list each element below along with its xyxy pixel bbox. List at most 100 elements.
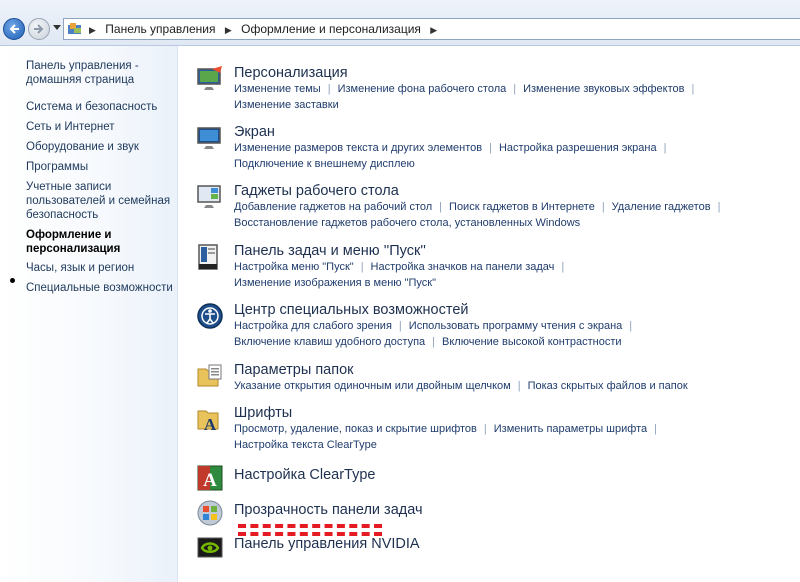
svg-text:A: A: [204, 415, 217, 433]
divider: |: [360, 261, 364, 273]
link-start-menu-settings[interactable]: Настройка меню "Пуск": [234, 261, 354, 273]
link-resolution[interactable]: Настройка разрешения экрана: [499, 142, 657, 154]
sidebar-item-hardware-sound[interactable]: Оборудование и звук: [26, 140, 174, 154]
category-title[interactable]: Параметры папок: [234, 362, 354, 378]
divider: |: [327, 83, 331, 95]
link-remove-gadgets[interactable]: Удаление гаджетов: [612, 201, 711, 213]
nvidia-icon[interactable]: [196, 533, 224, 561]
breadcrumb-arrow-icon[interactable]: ▶: [87, 20, 98, 40]
divider: |: [601, 201, 605, 213]
sidebar: Панель управления - домашняя страница Си…: [0, 46, 178, 582]
back-arrow-icon: [9, 24, 19, 34]
link-cleartype-tuning[interactable]: Настройка текста ClearType: [234, 439, 377, 451]
link-external-display[interactable]: Подключение к внешнему дисплею: [234, 158, 415, 170]
sidebar-item-network[interactable]: Сеть и Интернет: [26, 120, 174, 134]
ease-of-access-icon[interactable]: [196, 302, 224, 330]
category-title[interactable]: Панель управления NVIDIA: [234, 536, 420, 552]
sidebar-item-accessibility[interactable]: Специальные возможности: [26, 281, 174, 295]
link-row: Настройка меню "Пуск" | Настройка значков …: [234, 261, 571, 273]
taskbar-icon[interactable]: [196, 243, 224, 271]
divider: |: [663, 142, 667, 154]
divider: |: [489, 142, 492, 154]
address-bar[interactable]: ▶ Панель управления ▶ Оформление и персо…: [63, 18, 800, 40]
divider: |: [432, 336, 436, 348]
link-row: Просмотр, удаление, показ и скрытие шриф…: [234, 423, 664, 435]
link-row: Указание открытия одиночным или двойным …: [234, 380, 688, 392]
annotation-underline: [238, 524, 382, 528]
transparency-icon[interactable]: [196, 499, 224, 527]
category-title[interactable]: Гаджеты рабочего стола: [234, 183, 399, 199]
active-bullet-icon: [10, 278, 15, 283]
sidebar-home-link[interactable]: Панель управления - домашняя страница: [26, 59, 174, 87]
link-single-double-click[interactable]: Указание открытия одиночным или двойным …: [234, 380, 511, 392]
divider: |: [513, 83, 517, 95]
display-icon[interactable]: [196, 124, 224, 152]
link-text-size[interactable]: Изменение размеров текста и других элеме…: [234, 142, 482, 154]
breadcrumb-arrow-icon[interactable]: ▶: [223, 20, 234, 40]
fonts-icon[interactable]: A: [196, 405, 224, 433]
breadcrumb-control-panel[interactable]: Панель управления: [101, 19, 219, 39]
link-screen-reader[interactable]: Использовать программу чтения с экрана: [409, 320, 623, 332]
link-row: Настройка текста ClearType: [234, 439, 377, 451]
back-button[interactable]: [3, 18, 25, 40]
gadgets-icon[interactable]: [196, 183, 224, 211]
forward-button[interactable]: [28, 18, 50, 40]
link-change-screensaver[interactable]: Изменение заставки: [234, 99, 339, 111]
link-change-theme[interactable]: Изменение темы: [234, 83, 321, 95]
link-row: Изменение изображения в меню "Пуск": [234, 277, 436, 289]
link-add-gadgets[interactable]: Добавление гаджетов на рабочий стол: [234, 201, 432, 213]
sidebar-item-programs[interactable]: Программы: [26, 160, 174, 174]
link-row: Изменение заставки: [234, 99, 339, 111]
link-row: Включение клавиш удобного доступа | Включе…: [234, 336, 622, 348]
link-change-sounds[interactable]: Изменение звуковых эффектов: [523, 83, 684, 95]
link-high-contrast[interactable]: Включение высокой контрастности: [442, 336, 622, 348]
sidebar-item-system-security[interactable]: Система и безопасность: [26, 100, 174, 114]
link-low-vision[interactable]: Настройка для слабого зрения: [234, 320, 392, 332]
personalization-icon[interactable]: [196, 65, 224, 93]
link-hidden-files[interactable]: Показ скрытых файлов и папок: [528, 380, 688, 392]
link-view-fonts[interactable]: Просмотр, удаление, показ и скрытие шриф…: [234, 423, 477, 435]
link-taskbar-icons[interactable]: Настройка значков на панели задач: [371, 261, 555, 273]
link-row: Изменение размеров текста и других элеме…: [234, 142, 673, 154]
divider: |: [561, 261, 565, 273]
address-toolbar: ▶ Панель управления ▶ Оформление и персо…: [0, 0, 800, 46]
sidebar-item-clock-language[interactable]: Часы, язык и регион: [26, 261, 174, 275]
cleartype-icon[interactable]: A: [196, 464, 224, 492]
sidebar-item-user-accounts[interactable]: Учетные записи пользователей и семейная …: [26, 180, 174, 222]
divider: |: [629, 320, 633, 332]
divider: |: [691, 83, 695, 95]
breadcrumb-appearance[interactable]: Оформление и персонализация: [237, 19, 425, 39]
forward-arrow-icon: [34, 24, 44, 34]
link-start-menu-picture[interactable]: Изменение изображения в меню "Пуск": [234, 277, 436, 289]
divider: |: [483, 423, 487, 435]
link-row: Подключение к внешнему дисплею: [234, 158, 415, 170]
link-find-gadgets[interactable]: Поиск гаджетов в Интернете: [449, 201, 595, 213]
link-row: Изменение темы | Изменение фона рабочего с…: [234, 83, 701, 95]
category-title[interactable]: Прозрачность панели задач: [234, 502, 423, 518]
link-change-background[interactable]: Изменение фона рабочего стола: [338, 83, 507, 95]
category-title[interactable]: Экран: [234, 124, 275, 140]
folder-options-icon[interactable]: [196, 362, 224, 390]
divider: |: [717, 201, 721, 213]
category-title[interactable]: Шрифты: [234, 405, 292, 421]
annotation-underline: [238, 532, 382, 536]
link-sticky-keys[interactable]: Включение клавиш удобного доступа: [234, 336, 425, 348]
sidebar-item-appearance: Оформление и персонализация: [26, 229, 121, 255]
history-dropdown-icon[interactable]: [53, 25, 61, 31]
link-restore-gadgets[interactable]: Восстановление гаджетов рабочего стола, …: [234, 217, 580, 229]
link-row: Настройка для слабого зрения | Использоват…: [234, 320, 639, 332]
control-panel-icon: [68, 23, 81, 34]
breadcrumb-arrow-icon[interactable]: ▶: [428, 20, 439, 40]
link-font-settings[interactable]: Изменить параметры шрифта: [494, 423, 647, 435]
category-title[interactable]: Настройка ClearType: [234, 467, 376, 483]
divider: |: [439, 201, 443, 213]
divider: |: [654, 423, 657, 435]
category-title[interactable]: Центр специальных возможностей: [234, 302, 469, 318]
main-content: Персонализация Изменение темы | Изменение …: [178, 46, 800, 582]
link-row: Добавление гаджетов на рабочий стол | Поис…: [234, 201, 727, 213]
category-title[interactable]: Персонализация: [234, 65, 348, 81]
svg-text:A: A: [203, 470, 217, 491]
category-title[interactable]: Панель задач и меню ''Пуск'': [234, 243, 426, 259]
link-row: Восстановление гаджетов рабочего стола, …: [234, 217, 580, 229]
divider: |: [517, 380, 521, 392]
